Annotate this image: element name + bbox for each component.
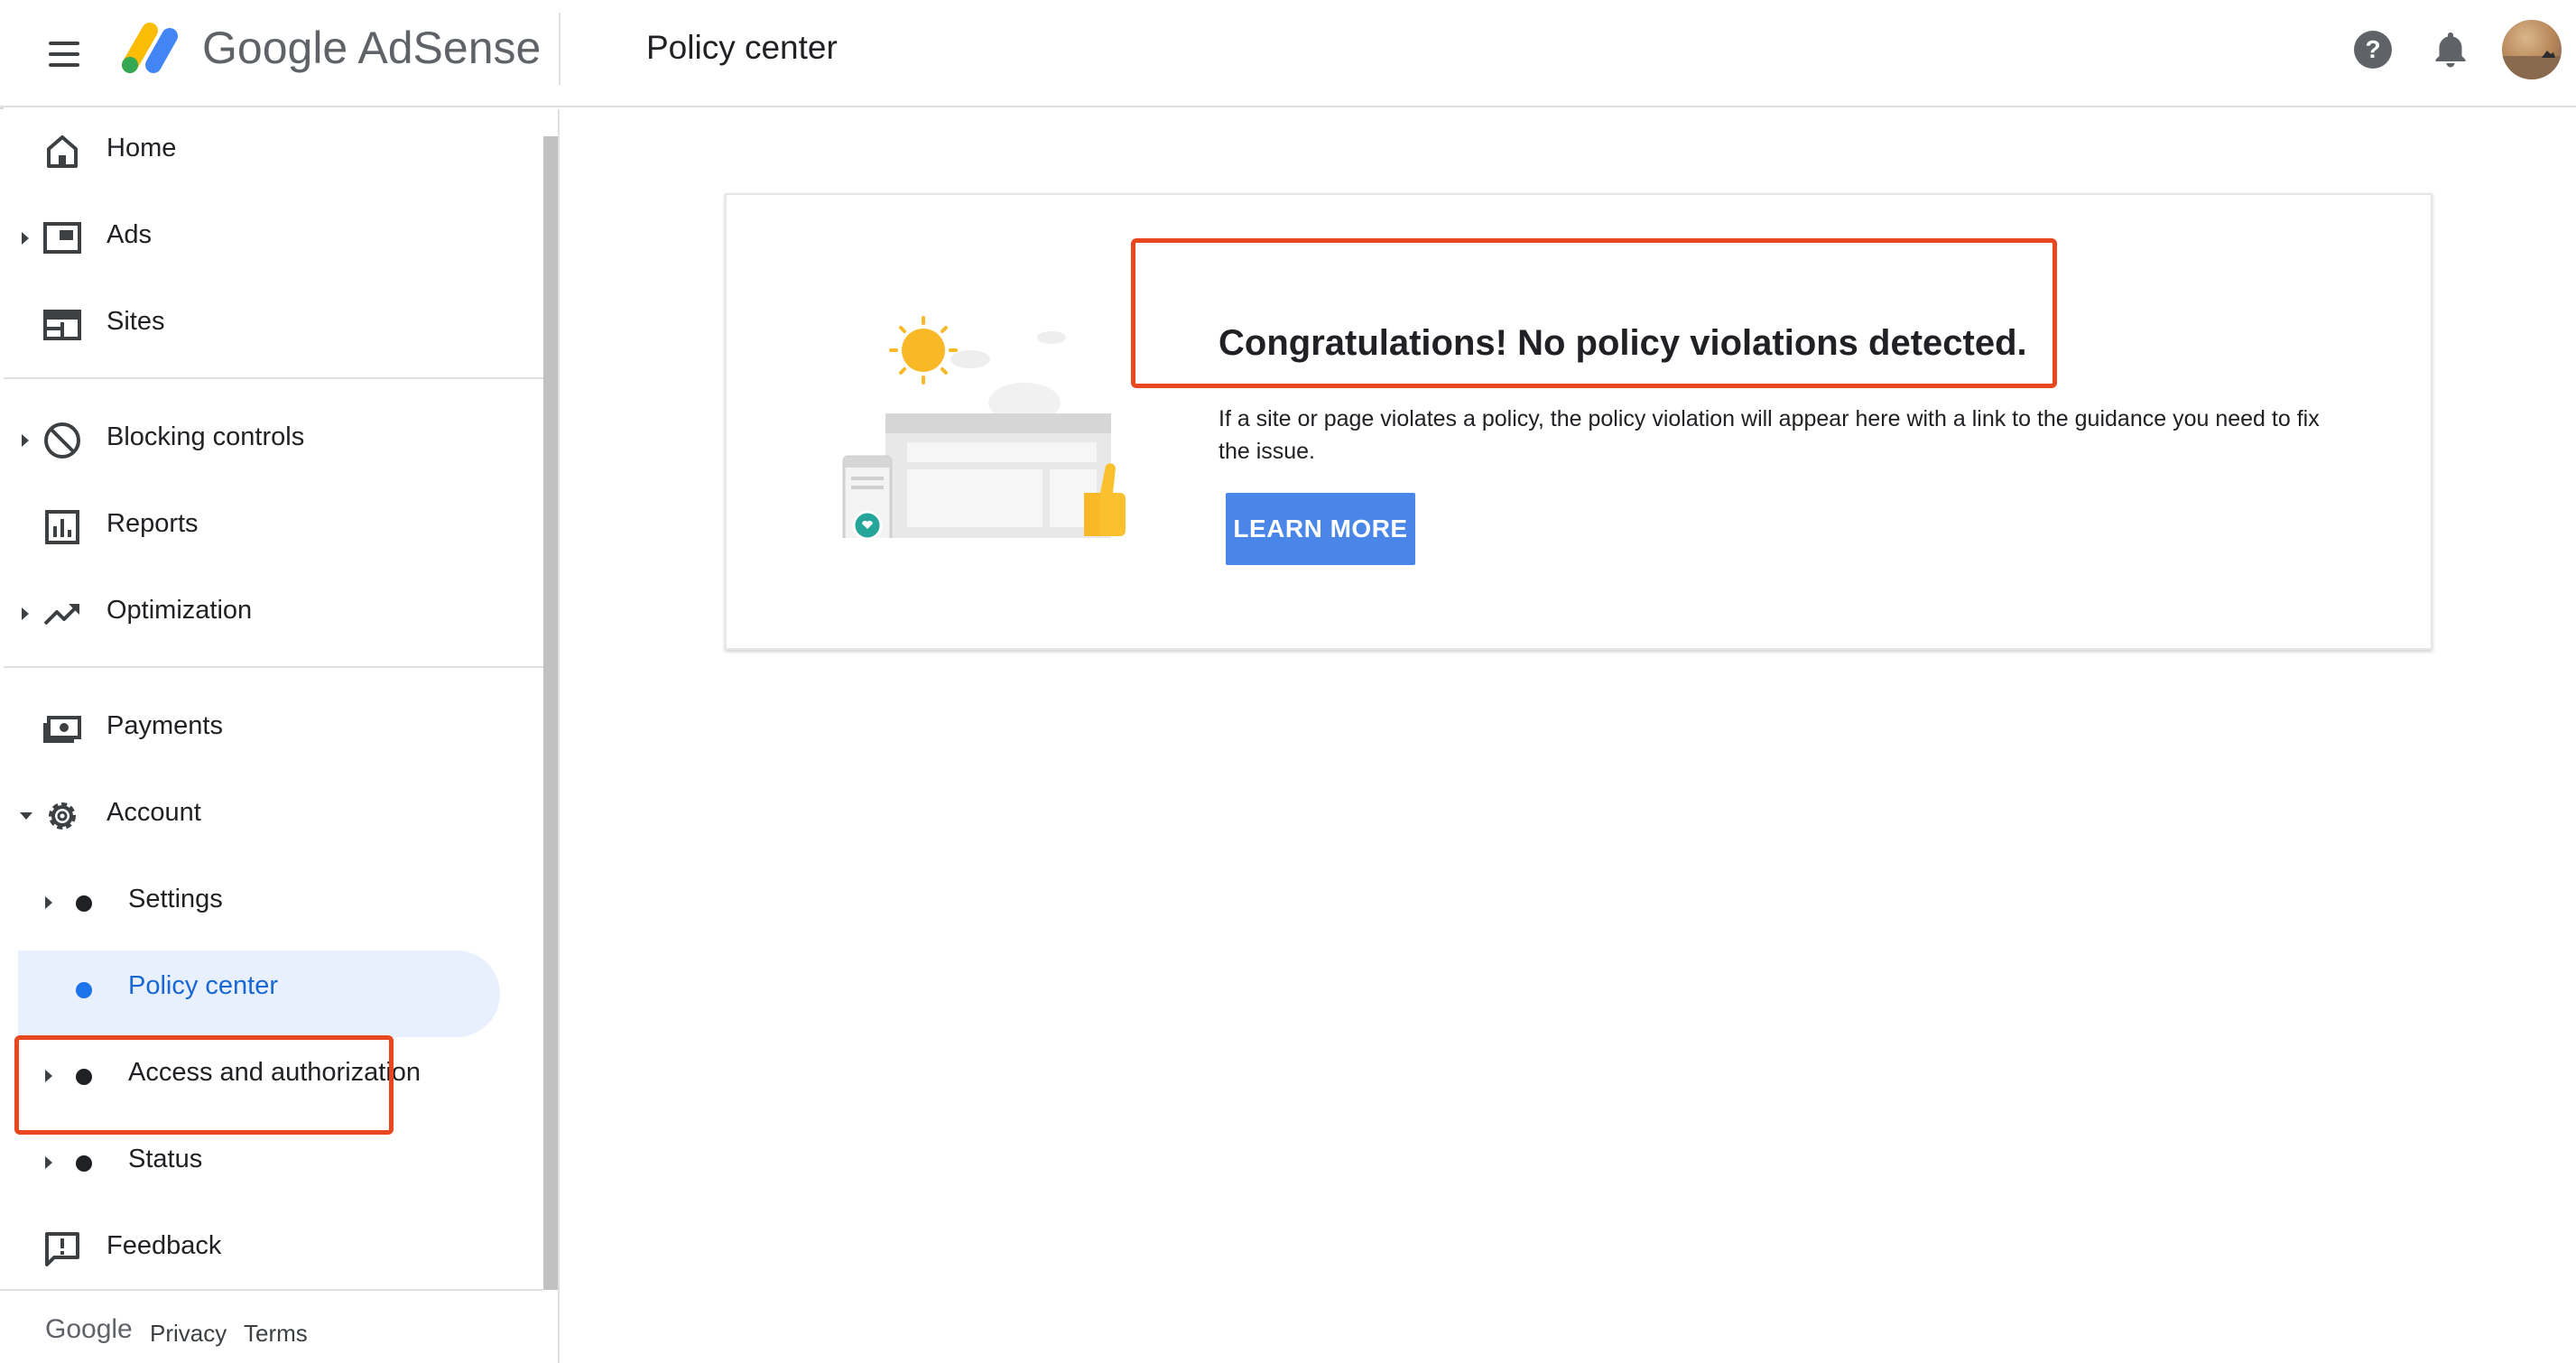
sidebar-item-label: Ads [107, 220, 152, 249]
sidebar-item-label: Optimization [107, 596, 253, 625]
sidebar-item-label: Payments [107, 711, 223, 740]
brand-name[interactable]: Google AdSense [202, 22, 541, 74]
expand-arrow-icon[interactable] [22, 434, 29, 447]
bullet-dot-icon [76, 982, 92, 998]
top-app-bar: Google AdSense Policy center ? [0, 0, 2576, 107]
sites-icon [43, 310, 81, 340]
sidebar-item-label: Blocking controls [107, 422, 305, 451]
trending-up-icon [43, 604, 79, 626]
sidebar-item-account[interactable]: Account [0, 774, 542, 857]
expand-arrow-icon[interactable] [22, 607, 29, 620]
brand-google: Google [202, 23, 348, 73]
sidebar-divider [4, 377, 543, 379]
sidebar-footer: Google Privacy Terms [0, 1289, 543, 1363]
sidebar-item-optimization[interactable]: Optimization [0, 571, 542, 654]
sidebar-item-home[interactable]: Home [0, 109, 542, 192]
sidebar-item-label: Policy center [128, 971, 279, 1000]
gear-icon [49, 802, 76, 830]
sidebar-item-label: Feedback [107, 1231, 222, 1260]
expand-arrow-icon[interactable] [45, 1156, 52, 1169]
sidebar-item-label: Reports [107, 509, 199, 538]
header-divider [559, 13, 561, 85]
feedback-icon [45, 1232, 79, 1266]
sidebar-item-payments[interactable]: Payments [0, 687, 542, 770]
avatar-photo-icon [2502, 51, 2562, 79]
expand-arrow-icon[interactable] [45, 1070, 52, 1082]
ads-icon [43, 222, 81, 254]
sidebar-item-label: Access and authorization [128, 1058, 422, 1087]
sidebar-item-feedback[interactable]: Feedback [0, 1207, 542, 1290]
page-title: Policy center [646, 29, 838, 66]
card-description: If a site or page violates a policy, the… [1219, 406, 2320, 464]
notifications-icon[interactable] [2428, 27, 2473, 72]
home-icon [47, 135, 78, 168]
no-violations-illustration [842, 316, 1126, 538]
terms-link[interactable]: Terms [244, 1320, 308, 1348]
sidebar-item-label: Status [128, 1145, 203, 1173]
sidebar-item-sites[interactable]: Sites [0, 283, 542, 366]
account-avatar[interactable] [2502, 20, 2562, 79]
svg-text:?: ? [2365, 35, 2380, 63]
sidebar-item-label: Settings [128, 885, 223, 913]
sidebar-item-label: Account [107, 798, 201, 827]
sidebar-item-status[interactable]: Status [0, 1120, 542, 1203]
sidebar-item-ads[interactable]: Ads [0, 196, 542, 279]
footer-google-logo: Google [45, 1314, 133, 1344]
policy-status-card: Congratulations! No policy violations de… [725, 193, 2432, 650]
brand-product: AdSense [357, 23, 542, 73]
expand-arrow-icon[interactable] [45, 896, 52, 909]
bullet-dot-icon [76, 895, 92, 912]
learn-more-button[interactable]: LEARN MORE [1226, 493, 1415, 565]
sidebar-divider [4, 666, 543, 668]
adsense-logo-icon[interactable] [117, 20, 184, 78]
sidebar-item-blocking-controls[interactable]: Blocking controls [0, 398, 542, 481]
collapse-arrow-icon[interactable] [20, 812, 32, 820]
bullet-dot-icon [76, 1069, 92, 1085]
sidebar-scrollbar[interactable] [543, 136, 558, 1290]
highlight-box-title [1131, 238, 2057, 388]
reports-icon [45, 510, 79, 544]
sidebar-item-access-authorization[interactable]: Access and authorization [0, 1034, 542, 1117]
menu-icon[interactable] [40, 31, 87, 78]
sidebar-item-reports[interactable]: Reports [0, 485, 542, 568]
sidebar-item-label: Home [107, 134, 177, 162]
expand-arrow-icon[interactable] [22, 232, 29, 245]
sidebar-item-settings[interactable]: Settings [0, 860, 542, 943]
bullet-dot-icon [76, 1155, 92, 1172]
payments-icon [43, 716, 81, 743]
sidebar: Home Ads Sites Blocking controls Reports… [0, 109, 560, 1363]
card-title: Congratulations! No policy violations de… [1219, 323, 2027, 363]
sidebar-item-policy-center[interactable]: Policy center [0, 947, 542, 1037]
sun-icon [889, 316, 958, 385]
privacy-link[interactable]: Privacy [150, 1320, 227, 1348]
help-icon[interactable]: ? [2350, 27, 2395, 72]
sidebar-item-label: Sites [107, 307, 165, 336]
block-icon [44, 422, 80, 459]
